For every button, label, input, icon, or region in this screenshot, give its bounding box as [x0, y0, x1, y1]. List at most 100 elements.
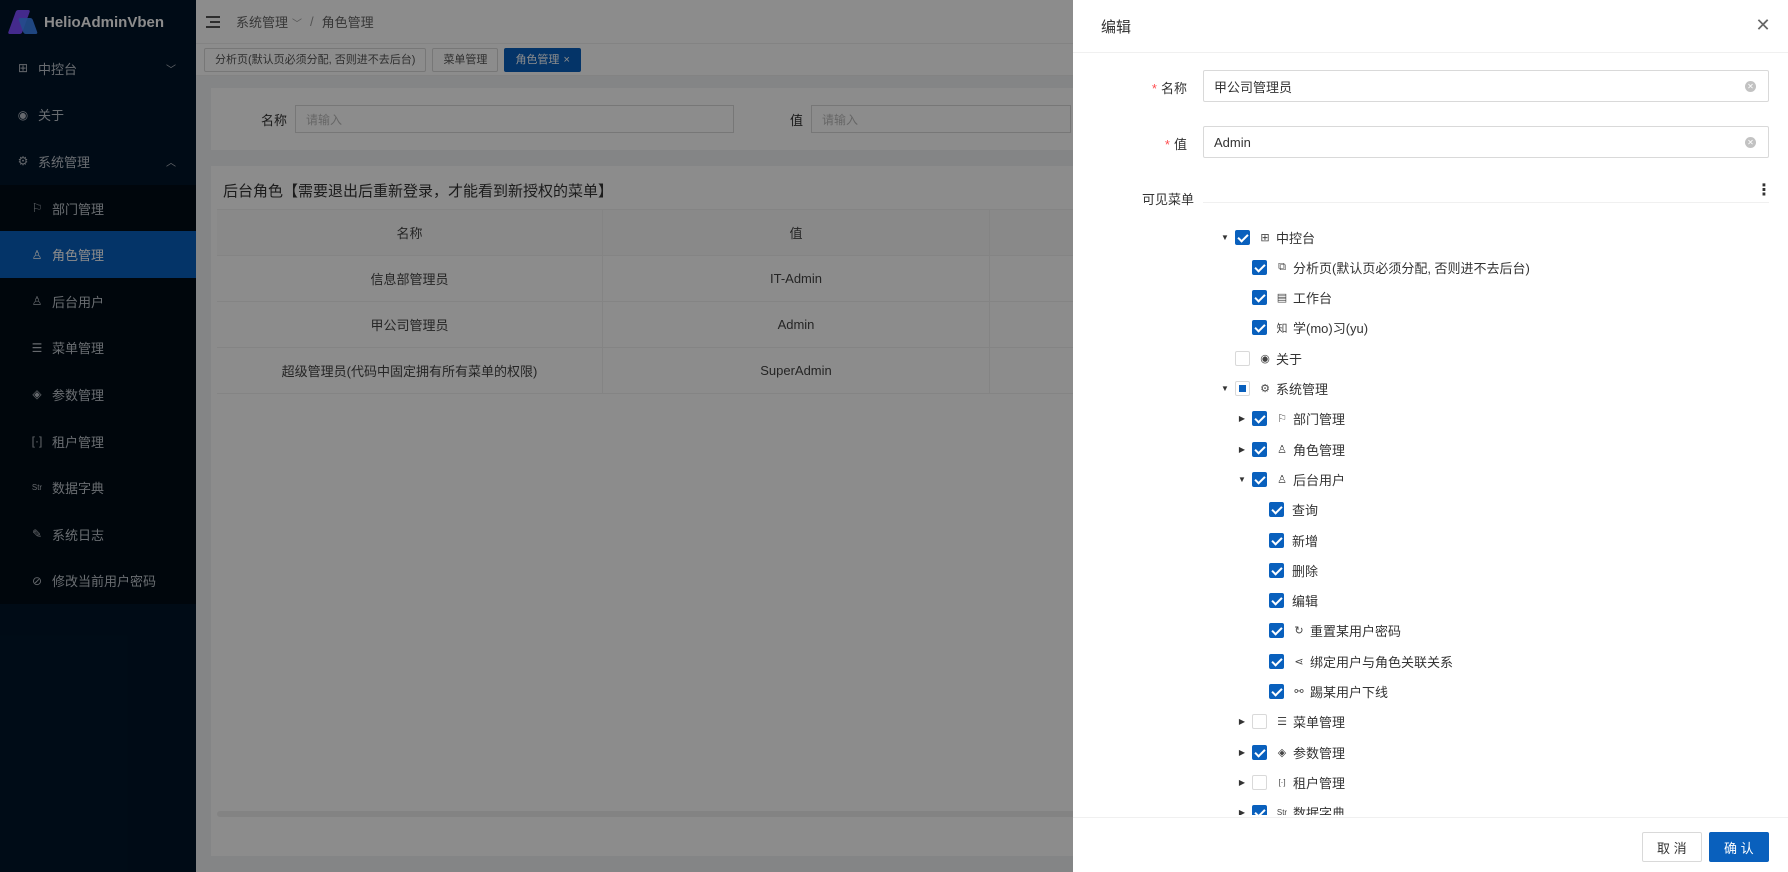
tree-node[interactable]: 新增: [1253, 528, 1318, 552]
tree-node-label: 系统管理: [1276, 382, 1329, 397]
caret-down-icon[interactable]: ▼: [1219, 233, 1231, 242]
tree-node-label: 菜单管理: [1293, 715, 1346, 731]
tree-node-label: 学(mo)习(yu): [1293, 321, 1369, 337]
tree-checkbox[interactable]: [1235, 381, 1250, 396]
tree-node[interactable]: ▶ ☰ 菜单管理: [1236, 710, 1345, 734]
name-field-label: * 名称: [1151, 81, 1187, 96]
visible-menu-label: 可见菜单: [1142, 192, 1195, 207]
tree-checkbox[interactable]: [1252, 744, 1267, 760]
tree-node-label: 分析页(默认页必须分配, 否则进不去后台): [1293, 260, 1530, 276]
tree-node[interactable]: 查询: [1253, 498, 1318, 522]
dashboard-icon: ⊞: [1260, 231, 1270, 244]
clear-icon[interactable]: ✕: [1745, 81, 1756, 92]
tree-checkbox[interactable]: [1252, 259, 1267, 275]
tree-node[interactable]: 编辑: [1253, 589, 1318, 613]
tree-node-label: 工作台: [1293, 291, 1333, 307]
caret-right-icon[interactable]: ▶: [1236, 778, 1248, 787]
tree-checkbox[interactable]: [1269, 684, 1284, 699]
tree-node[interactable]: ⋖ 绑定用户与角色关联关系: [1253, 649, 1453, 673]
tree-checkbox[interactable]: [1252, 441, 1267, 457]
tree-node[interactable]: ▤ 工作台: [1236, 286, 1332, 310]
role-icon: ♙: [1277, 443, 1287, 456]
caret-down-icon[interactable]: ▼: [1236, 475, 1248, 484]
caret-right-icon[interactable]: ▶: [1236, 414, 1248, 423]
tree-node-label: 删除: [1292, 563, 1319, 579]
gear-icon: ⚙: [1260, 383, 1270, 395]
tree-node[interactable]: ▼ ⚙ 系统管理: [1219, 377, 1328, 401]
link-icon: ⚯: [1294, 686, 1304, 698]
value-form-row: * 值 Admin ✕: [1073, 126, 1788, 158]
tree-node-label: 数据字典: [1293, 806, 1346, 815]
tree-node-label: 参数管理: [1293, 745, 1346, 761]
tree-node[interactable]: ▼ ♙ 后台用户: [1236, 467, 1345, 491]
clear-icon[interactable]: ✕: [1745, 137, 1756, 148]
modal-mask[interactable]: [0, 0, 1073, 872]
tree-node-label: 新增: [1292, 533, 1319, 549]
menu-icon: ☰: [1277, 716, 1287, 729]
tree-checkbox[interactable]: [1252, 714, 1267, 730]
tree-node-label: 角色管理: [1293, 442, 1346, 458]
tenant-icon: [·]: [1278, 777, 1286, 787]
close-icon[interactable]: ✕: [1754, 16, 1772, 34]
tree-node[interactable]: 知学(mo)习(yu): [1236, 316, 1368, 340]
share-icon: ⋖: [1294, 655, 1304, 668]
caret-right-icon[interactable]: ▶: [1236, 748, 1248, 757]
user-icon: ♙: [1277, 473, 1287, 486]
tree-checkbox[interactable]: [1252, 774, 1267, 790]
tree-checkbox[interactable]: [1252, 411, 1267, 427]
more-vertical-icon[interactable]: ⋮: [1756, 183, 1772, 199]
tree-node[interactable]: ⚯ 踢某用户下线: [1253, 680, 1388, 704]
tree-checkbox[interactable]: [1269, 623, 1284, 639]
caret-right-icon[interactable]: ▶: [1236, 717, 1248, 726]
tree-checkbox[interactable]: [1235, 350, 1250, 366]
tree-node-label: 踢某用户下线: [1310, 685, 1389, 700]
tree-node[interactable]: ◉ 关于: [1219, 346, 1302, 370]
eye-icon: ◉: [1260, 352, 1270, 365]
caret-right-icon[interactable]: ▶: [1236, 445, 1248, 454]
name-field[interactable]: 甲公司管理员 ✕: [1203, 70, 1769, 102]
tree-node-label: 关于: [1276, 351, 1303, 367]
tree-checkbox[interactable]: [1269, 532, 1284, 548]
edit-drawer: 编辑 ✕ * 名称 甲公司管理员 ✕ * 值 Admin ✕ 可见菜单 ⋮ ▼ ⊞ 中控…: [1073, 0, 1788, 872]
tree-node-label: 查询: [1292, 503, 1319, 519]
drawer-footer: 取 消 确 认: [1073, 817, 1788, 872]
tree-checkbox[interactable]: [1269, 562, 1284, 578]
tree-node-label: 中控台: [1276, 230, 1316, 246]
value-field[interactable]: Admin ✕: [1203, 126, 1769, 158]
drawer-header: 编辑 ✕: [1073, 0, 1788, 53]
confirm-button[interactable]: 确 认: [1709, 832, 1769, 862]
tree-node[interactable]: ▶ ♙ 角色管理: [1236, 437, 1345, 461]
tree-checkbox[interactable]: [1252, 290, 1267, 306]
caret-right-icon[interactable]: ▶: [1236, 808, 1248, 815]
chart-icon: ⧉: [1278, 260, 1286, 273]
tree-node[interactable]: ▶ [·] 租户管理: [1236, 770, 1345, 794]
tree-node[interactable]: ▶ Str 数据字典: [1236, 801, 1345, 815]
caret-down-icon[interactable]: ▼: [1219, 384, 1231, 393]
tree-checkbox[interactable]: [1269, 653, 1284, 669]
tree-node[interactable]: ⧉ 分析页(默认页必须分配, 否则进不去后台): [1236, 255, 1530, 279]
str-icon: Str: [1276, 808, 1288, 815]
flag-icon: ⚐: [1277, 413, 1287, 426]
tree-checkbox[interactable]: [1235, 229, 1250, 245]
tree-node[interactable]: ▶ ⚐ 部门管理: [1236, 407, 1345, 431]
cancel-button[interactable]: 取 消: [1642, 832, 1702, 862]
tree-node[interactable]: ↻ 重置某用户密码: [1253, 619, 1401, 643]
tree-checkbox[interactable]: [1252, 320, 1267, 336]
tree-node[interactable]: 删除: [1253, 558, 1318, 582]
param-icon: ◈: [1277, 746, 1287, 759]
tree-node[interactable]: ▼ ⊞ 中控台: [1219, 225, 1315, 249]
tree-checkbox[interactable]: [1269, 502, 1284, 518]
drawer-title: 编辑: [1101, 18, 1132, 36]
tree-node-label: 重置某用户密码: [1310, 624, 1402, 640]
name-form-row: * 名称 甲公司管理员 ✕: [1073, 70, 1788, 102]
tree-node[interactable]: ▶ ◈ 参数管理: [1236, 740, 1345, 764]
tree-node-label: 编辑: [1292, 594, 1319, 610]
tree-checkbox[interactable]: [1269, 593, 1284, 609]
divider: [1203, 202, 1769, 203]
value-field-label: * 值: [1164, 137, 1187, 152]
book-icon: ▤: [1276, 292, 1288, 305]
tree-node-label: 绑定用户与角色关联关系: [1310, 654, 1454, 670]
reset-icon: ↻: [1294, 625, 1304, 638]
tree-checkbox[interactable]: [1252, 805, 1267, 815]
tree-checkbox[interactable]: [1252, 471, 1267, 487]
